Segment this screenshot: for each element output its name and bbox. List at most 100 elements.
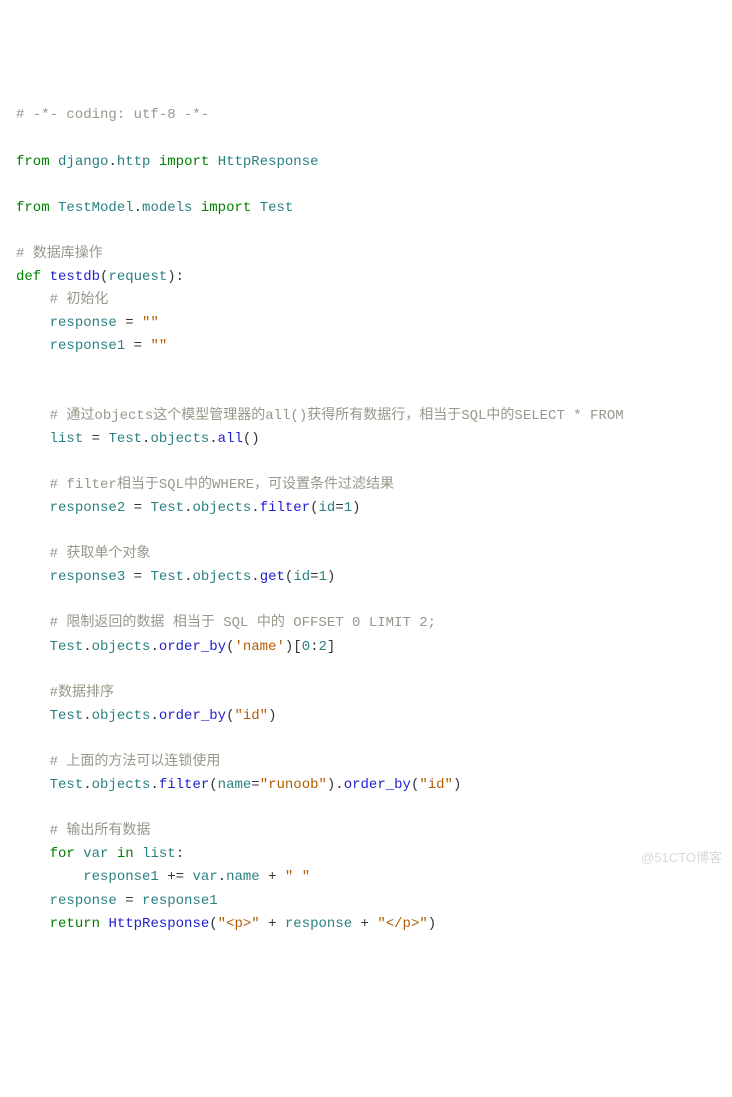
string: "</p>" [377,916,427,932]
identifier: response [50,893,117,909]
comment: # 限制返回的数据 相当于 SQL 中的 OFFSET 0 LIMIT 2; [50,615,436,631]
paren: ( [310,500,318,516]
assign: = [125,338,150,354]
identifier: var [192,869,217,885]
string: " " [285,869,310,885]
identifier: Test [150,500,184,516]
paren: ( [209,916,217,932]
plus-assign: += [159,869,193,885]
bracket: ] [327,639,335,655]
identifier: response [50,315,117,331]
string: "" [150,338,167,354]
comment: # 上面的方法可以连锁使用 [50,754,221,770]
comment: # 数据库操作 [16,246,103,262]
param: request [108,269,167,285]
assign: = [117,315,142,331]
keyword-from: from [16,200,50,216]
identifier: response1 [142,893,218,909]
identifier: Test [260,200,294,216]
kwarg: id [319,500,336,516]
assign: = [125,569,150,585]
comment: #数据排序 [50,685,114,701]
dot: . [218,869,226,885]
identifier: response [285,916,352,932]
identifier: list [50,431,84,447]
module: models [142,200,192,216]
keyword-for: for [50,846,75,862]
paren: ) [268,708,276,724]
string: "runoob" [260,777,327,793]
keyword-from: from [16,154,50,170]
paren-dot: ). [327,777,344,793]
number: 0 [302,639,310,655]
module: TestModel [58,200,134,216]
paren: ): [167,269,184,285]
paren: ) [428,916,436,932]
string: "" [142,315,159,331]
identifier: response2 [50,500,126,516]
identifier: objects [150,431,209,447]
method: all [218,431,243,447]
identifier: response3 [50,569,126,585]
identifier: objects [192,569,251,585]
identifier: Test [50,639,84,655]
colon: : [310,639,318,655]
dot: . [83,639,91,655]
number: 2 [319,639,327,655]
function-name: testdb [50,269,100,285]
plus: + [260,916,285,932]
dot: . [134,200,142,216]
string: "id" [419,777,453,793]
paren: ) [453,777,461,793]
keyword-import: import [201,200,251,216]
eq: = [310,569,318,585]
string: 'name' [234,639,284,655]
watermark: @51CTO博客 [641,847,722,868]
keyword-in: in [117,846,134,862]
eq: = [335,500,343,516]
bracket: )[ [285,639,302,655]
dot: . [251,569,259,585]
attr: name [226,869,260,885]
method: filter [260,500,310,516]
identifier: objects [92,777,151,793]
identifier: list [142,846,176,862]
module: http [117,154,151,170]
paren: ) [352,500,360,516]
call: HttpResponse [108,916,209,932]
comment: # 通过objects这个模型管理器的all()获得所有数据行，相当于SQL中的… [50,408,624,424]
dot: . [209,431,217,447]
identifier: Test [150,569,184,585]
string: "<p>" [218,916,260,932]
code-block: # -*- coding: utf-8 -*- from django.http… [16,104,716,935]
method: order_by [344,777,411,793]
keyword-import: import [159,154,209,170]
keyword-return: return [50,916,100,932]
identifier: Test [50,708,84,724]
comment: # 获取单个对象 [50,546,151,562]
module: django [58,154,108,170]
colon: : [176,846,184,862]
identifier: Test [50,777,84,793]
dot: . [251,500,259,516]
keyword-def: def [16,269,41,285]
dot: . [150,639,158,655]
dot: . [150,777,158,793]
eq: = [251,777,259,793]
paren: ) [327,569,335,585]
comment: # 初始化 [50,292,109,308]
string: "id" [234,708,268,724]
number: 1 [319,569,327,585]
assign: = [83,431,108,447]
identifier: objects [92,708,151,724]
assign: = [125,500,150,516]
paren: () [243,431,260,447]
kwarg: name [218,777,252,793]
dot: . [150,708,158,724]
dot: . [83,708,91,724]
assign: = [117,893,142,909]
paren: ( [209,777,217,793]
kwarg: id [293,569,310,585]
method: order_by [159,708,226,724]
plus: + [352,916,377,932]
